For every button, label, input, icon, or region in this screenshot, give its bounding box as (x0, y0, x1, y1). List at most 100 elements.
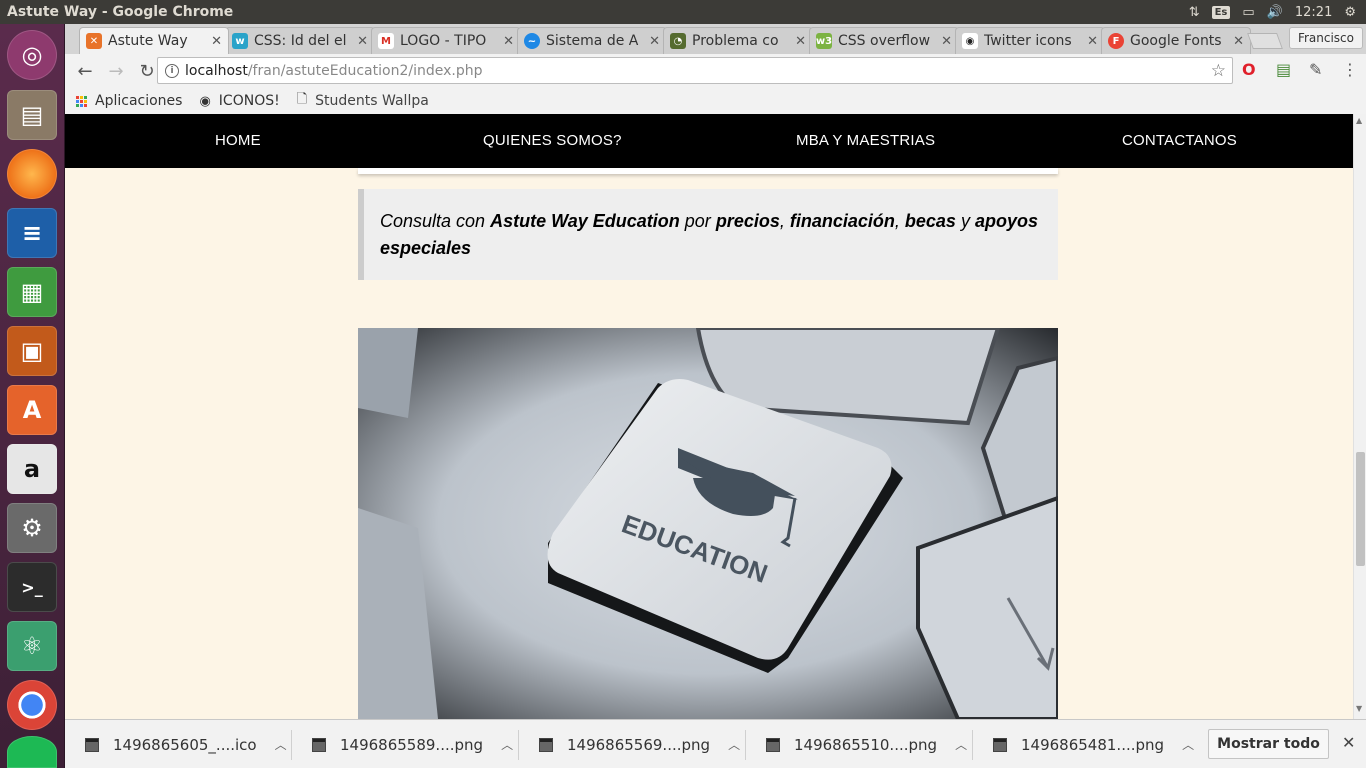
chrome-icon[interactable] (7, 680, 57, 730)
network-icon[interactable]: ⇅ (1189, 5, 1200, 20)
quote-bold: financiación (789, 211, 895, 231)
window-title: Astute Way - Google Chrome (7, 4, 234, 20)
bookmark-label: Students Wallpa (315, 93, 429, 109)
chevron-up-icon[interactable]: ︿ (955, 736, 967, 753)
chevron-up-icon[interactable]: ︿ (275, 736, 287, 753)
close-icon[interactable]: ✕ (503, 34, 514, 49)
quote-bold: becas (904, 211, 956, 231)
page-icon: 🗋 (296, 92, 308, 107)
tab-google-fonts[interactable]: F Google Fonts ✕ (1101, 27, 1251, 54)
site-nav: HOME QUIENES SOMOS? MBA Y MAESTRIAS CONT… (65, 114, 1353, 168)
bookmark-label: Aplicaciones (95, 93, 183, 109)
info-icon[interactable]: i (165, 63, 179, 78)
quote-text: Consulta con (380, 211, 491, 231)
system-top-bar: Astute Way - Google Chrome ⇅ Es ▭ 🔊 12:2… (0, 0, 1366, 24)
menu-icon[interactable]: ⋮ (1342, 60, 1358, 79)
new-tab-button[interactable] (1247, 33, 1283, 49)
divider (518, 730, 519, 760)
profile-button[interactable]: Francisco (1288, 27, 1363, 49)
download-item[interactable]: 1496865605_....ico ︿ (85, 720, 305, 768)
close-icon[interactable]: ✕ (795, 34, 806, 49)
chevron-up-icon[interactable]: ︿ (728, 736, 740, 753)
impress-icon[interactable]: ▣ (7, 326, 57, 376)
google-fonts-icon: F (1108, 33, 1124, 49)
close-icon[interactable]: ✕ (357, 34, 368, 49)
download-item[interactable]: 1496865510....png ︿ (766, 720, 986, 768)
education-keyboard-illustration: EDUCATION (358, 328, 1058, 719)
tab-label: CSS overflow (838, 33, 931, 49)
system-settings-icon[interactable]: ⚙ (7, 503, 57, 553)
bookmark-star-icon[interactable]: ☆ (1211, 61, 1226, 81)
close-icon[interactable]: ✕ (1087, 34, 1098, 49)
tab-strip: ✕ Astute Way ✕ w CSS: Id del el ✕ M LOGO… (65, 24, 1366, 54)
tab-logo-tipo[interactable]: M LOGO - TIPO ✕ (371, 27, 521, 54)
tab-css-overflow[interactable]: w3 CSS overflow ✕ (809, 27, 959, 54)
bookmark-students-wallpa[interactable]: 🗋 Students Wallpa (297, 90, 429, 112)
tab-label: Astute Way (108, 33, 188, 49)
opera-extension-icon[interactable]: O (1242, 60, 1256, 79)
scroll-down-arrow-icon[interactable]: ▼ (1356, 704, 1362, 713)
eyedropper-extension-icon[interactable]: ✎ (1309, 60, 1322, 79)
docs-icon: w (232, 33, 248, 49)
bookmark-iconos[interactable]: ◉ ICONOS! (199, 93, 279, 109)
file-icon (766, 737, 780, 752)
writer-icon[interactable]: ≡ (7, 208, 57, 258)
download-filename: 1496865481....png (1021, 735, 1165, 754)
back-arrow-icon[interactable]: ← (71, 61, 99, 82)
chevron-up-icon[interactable]: ︿ (501, 736, 513, 753)
tab-astute-way[interactable]: ✕ Astute Way ✕ (79, 27, 229, 54)
tab-twitter-icons[interactable]: ◉ Twitter icons ✕ (955, 27, 1105, 54)
keyboard-layout-indicator[interactable]: Es (1211, 5, 1231, 19)
scrollbar-thumb[interactable] (1356, 452, 1365, 566)
chevron-up-icon[interactable]: ︿ (1182, 736, 1194, 753)
terminal-icon[interactable]: >_ (7, 562, 57, 612)
amazon-icon[interactable]: a (7, 444, 57, 494)
download-item[interactable]: 1496865569....png ︿ (539, 720, 759, 768)
nav-contactanos[interactable]: CONTACTANOS (1122, 132, 1237, 149)
tab-css-id[interactable]: w CSS: Id del el ✕ (225, 27, 375, 54)
nav-quienes-somos[interactable]: QUIENES SOMOS? (483, 132, 622, 149)
quote-text: , (894, 211, 905, 231)
tab-sistema[interactable]: ~ Sistema de A ✕ (517, 27, 667, 54)
download-item[interactable]: 1496865589....png ︿ (312, 720, 532, 768)
bookmark-aplicaciones[interactable]: Aplicaciones (76, 93, 182, 109)
tab-problema[interactable]: ◔ Problema co ✕ (663, 27, 813, 54)
files-icon[interactable]: ▤ (7, 90, 57, 140)
quote-bold: precios (715, 211, 780, 231)
forward-arrow-icon[interactable]: → (102, 61, 130, 82)
close-icon[interactable]: ✕ (1342, 733, 1355, 752)
tab-label: Google Fonts (1130, 33, 1222, 49)
eye-icon: ◉ (962, 33, 978, 49)
sheet-extension-icon[interactable]: ▤ (1276, 60, 1291, 79)
close-icon[interactable]: ✕ (649, 34, 660, 49)
close-icon[interactable]: ✕ (211, 34, 222, 49)
problema-icon: ◔ (670, 33, 686, 49)
download-item[interactable]: 1496865481....png ︿ (993, 720, 1213, 768)
address-bar[interactable]: i localhost/fran/astuteEducation2/index.… (157, 57, 1233, 84)
consulta-quote: Consulta con Astute Way Education por pr… (358, 189, 1058, 280)
settings-gear-icon[interactable]: ⚙ (1344, 5, 1356, 20)
nav-mba-maestrias[interactable]: MBA Y MAESTRIAS (796, 132, 935, 149)
firefox-icon[interactable] (7, 149, 57, 199)
nav-home[interactable]: HOME (215, 132, 261, 149)
atom-icon[interactable]: ⚛ (7, 621, 57, 671)
download-filename: 1496865589....png (340, 735, 484, 754)
eye-icon: ◉ (199, 93, 211, 109)
software-center-icon[interactable]: A (7, 385, 57, 435)
web-page: HOME QUIENES SOMOS? MBA Y MAESTRIAS CONT… (65, 114, 1353, 719)
volume-icon[interactable]: 🔊 (1267, 5, 1283, 20)
browser-chrome: ✕ Astute Way ✕ w CSS: Id del el ✕ M LOGO… (65, 24, 1366, 114)
calc-icon[interactable]: ▦ (7, 267, 57, 317)
page-scrollbar[interactable]: ▲ ▼ (1353, 114, 1366, 719)
ubuntu-dash-icon[interactable]: ◎ (7, 30, 57, 80)
spotify-icon[interactable] (7, 736, 57, 768)
clock[interactable]: 12:21 (1295, 5, 1332, 20)
battery-icon[interactable]: ▭ (1242, 5, 1254, 20)
bookmark-label: ICONOS! (218, 93, 280, 109)
close-icon[interactable]: ✕ (941, 34, 952, 49)
show-all-downloads-button[interactable]: Mostrar todo (1208, 729, 1329, 759)
scroll-up-arrow-icon[interactable]: ▲ (1356, 116, 1362, 125)
close-icon[interactable]: ✕ (1233, 34, 1244, 49)
browser-toolbar: ← → ↻ i localhost/fran/astuteEducation2/… (65, 54, 1366, 88)
file-icon (993, 737, 1007, 752)
